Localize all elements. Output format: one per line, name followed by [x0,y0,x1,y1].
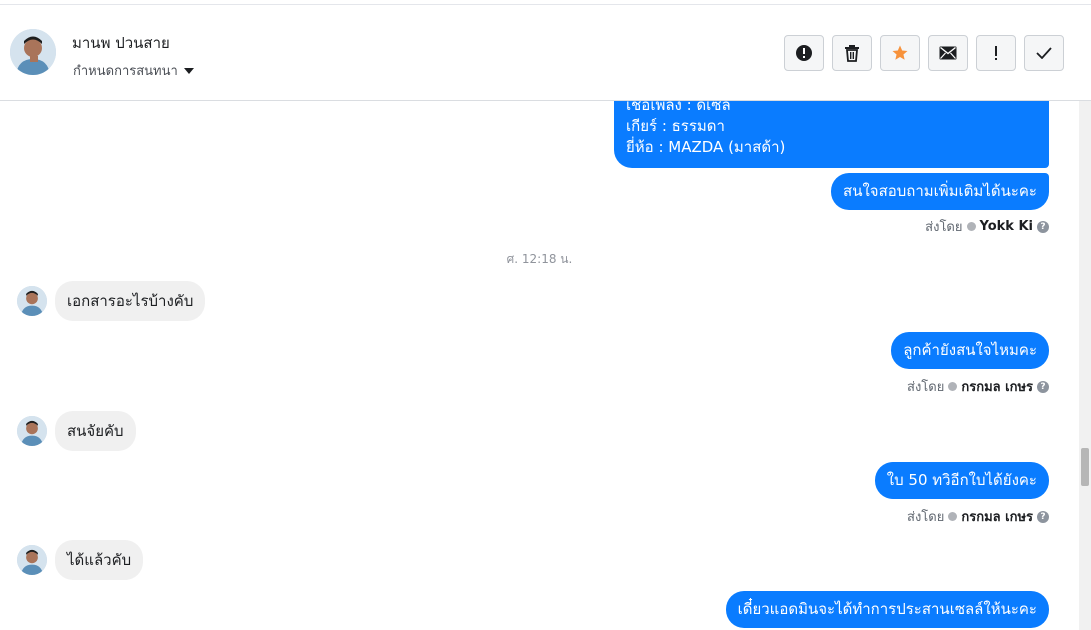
sent-by-prefix: ส่งโดย [925,220,963,235]
message-text: เดี๋ยวแอดมินจะได้ทำการประสานเซลล์ให้นะคะ [737,600,1037,618]
timestamp: ศ. 12:18 น. [506,252,573,266]
avatar[interactable] [17,286,47,316]
delete-button[interactable] [832,35,872,71]
sender-name[interactable]: Yokk Ki [980,219,1034,234]
message-text: สนจัยคับ [67,422,124,440]
exclamation-icon [995,46,997,60]
message-text: เอกสารอะไรบ้างคับ [67,292,194,310]
mail-button[interactable] [928,35,968,71]
contact-name: มานพ ปวนสาย [72,34,170,52]
outgoing-message: สนใจสอบถามเพิ่มเติมได้นะคะ [831,173,1049,210]
avatar[interactable] [17,416,47,446]
sender-dot-icon [966,222,976,231]
report-button[interactable] [784,35,824,71]
mail-icon [939,46,957,60]
help-icon[interactable]: ? [1037,220,1049,233]
message-line: เกียร์ : ธรรมดา [626,117,725,135]
sender-dot-icon [948,512,958,521]
help-icon[interactable]: ? [1037,510,1049,523]
avatar[interactable] [17,545,47,575]
sender-dot-icon [948,382,958,391]
incoming-message: สนจัยคับ [55,411,136,451]
message-line: ยี่ห้อ : MAZDA (มาสด้า) [626,138,786,156]
sent-by-label: ส่งโดย กรกมล เกษร ? [907,506,1049,527]
message-text: ลูกค้ายังสนใจไหมคะ [903,341,1037,359]
conversation-header: มานพ ปวนสาย กำหนดการสนทนา [0,5,1091,101]
outgoing-message: ลูกค้ายังสนใจไหมคะ [891,332,1049,369]
incoming-message: เอกสารอะไรบ้างคับ [55,281,206,321]
outgoing-message: ใบ 50 ทวิอีกใบได้ยังคะ [874,462,1049,499]
sent-by-label: ส่งโดย Yokk Ki ? [925,216,1049,237]
outgoing-message: เชื้อเพลิง : ดีเซล เกียร์ : ธรรมดา ยี่ห้… [614,101,1049,168]
star-button[interactable] [880,35,920,71]
important-button[interactable] [976,35,1016,71]
check-icon [1036,47,1052,59]
schedule-label: กำหนดการสนทนา [73,64,178,79]
message-thread[interactable]: เชื้อเพลิง : ดีเซล เกียร์ : ธรรมดา ยี่ห้… [0,101,1079,630]
message-text: สนใจสอบถามเพิ่มเติมได้นะคะ [843,182,1037,200]
avatar[interactable] [10,29,56,75]
sender-name[interactable]: กรกมล เกษร [961,506,1033,527]
outgoing-message: เดี๋ยวแอดมินจะได้ทำการประสานเซลล์ให้นะคะ [725,591,1049,628]
report-icon [796,45,812,61]
schedule-dropdown[interactable]: กำหนดการสนทนา [73,60,194,81]
mark-done-button[interactable] [1024,35,1064,71]
scrollbar[interactable] [1079,101,1091,630]
caret-down-icon [183,67,194,74]
message-line: เชื้อเพลิง : ดีเซล [626,101,731,114]
star-icon [892,45,908,60]
action-toolbar [784,35,1064,71]
sent-by-label: ส่งโดย กรกมล เกษร ? [907,376,1049,397]
trash-icon [845,45,859,62]
sent-by-prefix: ส่งโดย [907,380,945,395]
sent-by-prefix: ส่งโดย [907,510,945,525]
scrollbar-thumb[interactable] [1081,448,1089,486]
message-text: ใบ 50 ทวิอีกใบได้ยังคะ [886,471,1037,489]
help-icon[interactable]: ? [1037,380,1049,393]
sender-name[interactable]: กรกมล เกษร [961,376,1033,397]
message-text: ได้แล้วคับ [67,551,132,569]
incoming-message: ได้แล้วคับ [55,540,144,580]
